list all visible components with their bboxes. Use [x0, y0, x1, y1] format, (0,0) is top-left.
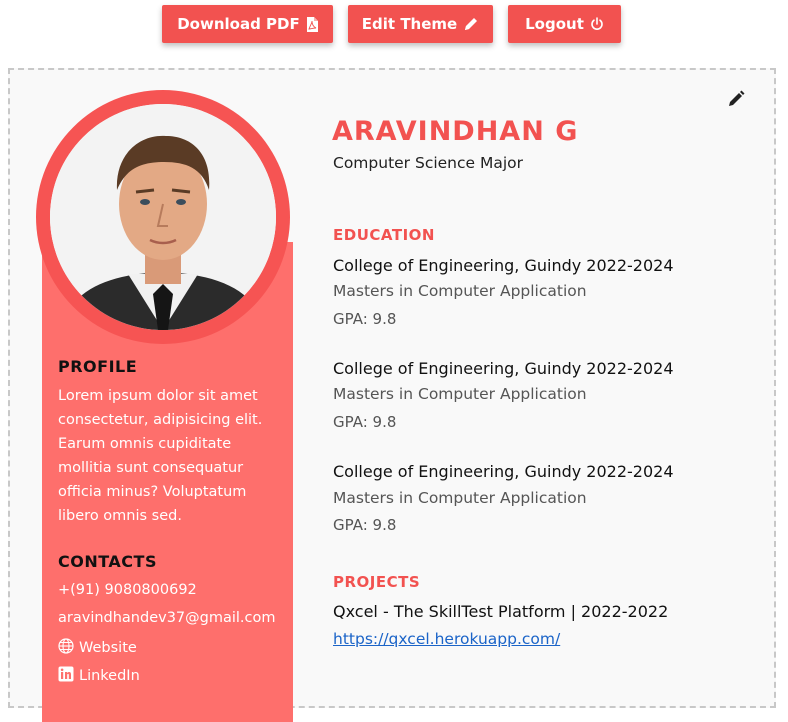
contact-website[interactable]: Website	[58, 638, 137, 658]
education-item-gpa: GPA: 9.8	[333, 516, 397, 534]
pdf-file-icon	[306, 16, 318, 32]
download-pdf-label: Download PDF	[177, 15, 300, 33]
resume-card: PROFILE Lorem ipsum dolor sit amet conse…	[8, 68, 776, 722]
linkedin-label: LinkedIn	[79, 668, 140, 684]
contact-linkedin[interactable]: LinkedIn	[58, 666, 140, 686]
contact-phone: +(91) 9080800692	[58, 582, 197, 598]
education-item-title: College of Engineering, Guindy 2022-2024	[333, 256, 674, 275]
toolbar: Download PDF Edit Theme Logout	[0, 0, 788, 50]
education-item-degree: Masters in Computer Application	[333, 489, 587, 507]
education-item-title: College of Engineering, Guindy 2022-2024	[333, 359, 674, 378]
profile-heading: PROFILE	[58, 357, 138, 376]
education-heading: EDUCATION	[333, 226, 435, 244]
person-name: ARAVINDHAN G	[332, 116, 579, 147]
download-pdf-button[interactable]: Download PDF	[162, 5, 333, 43]
profile-text: Lorem ipsum dolor sit amet consectetur, …	[58, 388, 263, 524]
contact-email[interactable]: aravindhandev37@gmail.com	[58, 610, 276, 626]
edit-theme-label: Edit Theme	[361, 15, 458, 33]
logout-label: Logout	[525, 15, 584, 33]
education-item-gpa: GPA: 9.8	[333, 310, 397, 328]
pencil-icon	[463, 16, 479, 32]
project-link[interactable]: https://qxcel.herokuapp.com/	[333, 630, 560, 648]
education-item-degree: Masters in Computer Application	[333, 282, 587, 300]
education-item-degree: Masters in Computer Application	[333, 385, 587, 403]
contacts-heading: CONTACTS	[58, 552, 157, 571]
profile-photo-frame	[36, 90, 290, 344]
education-item-gpa: GPA: 9.8	[333, 413, 397, 431]
logout-button[interactable]: Logout	[508, 5, 621, 43]
globe-icon	[58, 638, 74, 658]
person-role: Computer Science Major	[333, 154, 524, 172]
edit-pencil-icon[interactable]	[727, 90, 745, 112]
profile-photo	[50, 104, 276, 330]
edit-theme-button[interactable]: Edit Theme	[348, 5, 493, 43]
education-item-title: College of Engineering, Guindy 2022-2024	[333, 462, 674, 481]
linkedin-icon	[58, 666, 74, 686]
website-label: Website	[79, 640, 137, 656]
power-icon	[590, 17, 604, 31]
projects-heading: PROJECTS	[333, 573, 421, 591]
project-title: Qxcel - The SkillTest Platform | 2022-20…	[333, 602, 669, 621]
